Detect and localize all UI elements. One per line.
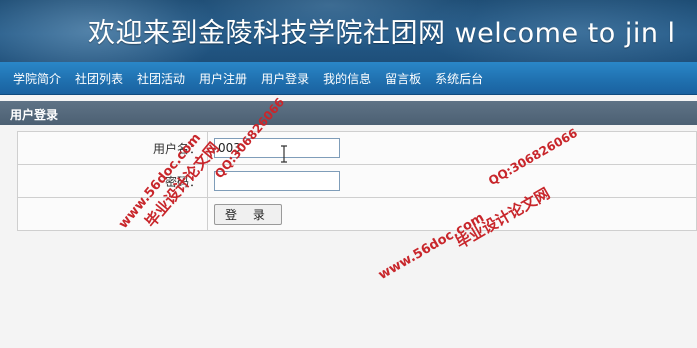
section-header: 用户登录 (0, 101, 697, 125)
nav-item-login[interactable]: 用户登录 (254, 70, 316, 87)
main-nav: 学院简介 社团列表 社团活动 用户注册 用户登录 我的信息 留言板 系统后台 (0, 62, 697, 95)
nav-item-message-board[interactable]: 留言板 (378, 70, 428, 87)
password-input[interactable] (214, 171, 340, 191)
form-row-password: 密码： (17, 164, 697, 198)
nav-item-intro[interactable]: 学院简介 (6, 70, 68, 87)
login-button[interactable]: 登 录 (214, 203, 282, 225)
nav-item-register[interactable]: 用户注册 (192, 70, 254, 87)
banner-title: 欢迎来到金陵科技学院社团网 welcome to jin l (88, 18, 676, 49)
login-form: 用户名： 密码： 登 录 (17, 131, 697, 231)
password-cell (207, 164, 697, 198)
nav-item-club-list[interactable]: 社团列表 (68, 70, 130, 87)
nav-item-admin[interactable]: 系统后台 (428, 70, 490, 87)
form-row-username: 用户名： (17, 131, 697, 165)
nav-item-club-activities[interactable]: 社团活动 (130, 70, 192, 87)
nav-item-my-info[interactable]: 我的信息 (316, 70, 378, 87)
section-title: 用户登录 (10, 108, 59, 122)
text-cursor-icon (281, 145, 287, 163)
site-banner: 欢迎来到金陵科技学院社团网 welcome to jin l (0, 0, 697, 62)
